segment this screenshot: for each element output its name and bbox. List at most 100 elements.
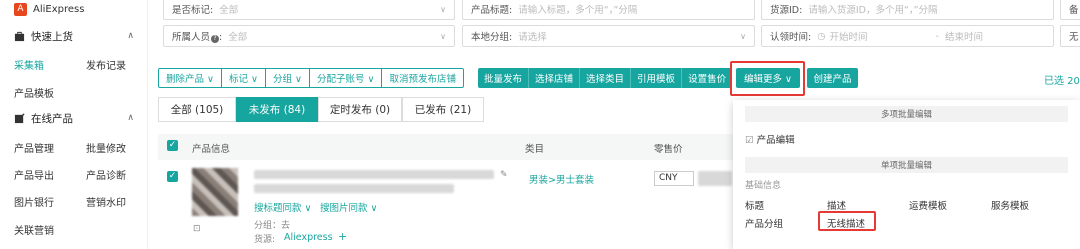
title-filter[interactable]: 产品标题: 请输入标题，多个用“，”分隔 — [462, 0, 755, 20]
delete-product-button[interactable]: 删除产品 ∨ — [159, 69, 222, 87]
end-time-input[interactable]: 结束时间 — [945, 29, 983, 43]
source-id-filter[interactable]: 货源ID: 请输入货源ID，多个用“，”分隔 — [761, 0, 1054, 20]
tab-published[interactable]: 已发布 (21) — [402, 97, 484, 122]
batch-action-group: 删除产品 ∨ 标记 ∨ 分组 ∨ 分配子账号 ∨ 取消预发布店铺 — [158, 68, 464, 88]
multi-edit-section-header: 多项批量编辑 — [745, 106, 1068, 122]
sidebar-item-product-diagnose[interactable]: 产品诊断 — [86, 167, 126, 182]
help-icon: ? — [211, 35, 220, 43]
sidebar-item-related-marketing[interactable]: 关联营销 — [14, 222, 54, 237]
menu-item-title[interactable]: 标题 — [745, 198, 764, 212]
table-header — [158, 134, 738, 160]
preview-icon[interactable]: ⊡ — [193, 224, 201, 234]
sidebar-group-label: 快速上货 — [31, 30, 73, 43]
range-separator: - — [935, 30, 939, 42]
tab-unpublished[interactable]: 未发布 (84) — [236, 97, 318, 122]
sidebar-item-product-template[interactable]: 产品模板 — [14, 85, 54, 100]
filter-label: 产品标题: — [471, 5, 513, 16]
filter-value: 全部 — [219, 5, 239, 16]
highlight-box — [818, 211, 876, 231]
product-title-blurred — [254, 184, 454, 193]
filter-label: 无 — [1069, 32, 1079, 43]
chevron-down-icon: ∨ — [440, 4, 446, 14]
highlight-box — [730, 61, 805, 96]
column-retail-price: 零售价 — [654, 144, 683, 155]
owner-filter[interactable]: 所属人员?: 全部 ∨ — [163, 25, 455, 47]
claim-time-filter[interactable]: 认领时间: ◷ 开始时间 - 结束时间 — [761, 25, 1054, 47]
sidebar-item-product-export[interactable]: 产品导出 — [14, 167, 54, 182]
tab-scheduled[interactable]: 定时发布 (0) — [318, 97, 402, 122]
product-title-blurred — [254, 170, 494, 179]
category-link[interactable]: 男装>男士套装 — [529, 172, 594, 186]
menu-item-description[interactable]: 描述 — [827, 198, 846, 212]
sidebar: A AliExpress 快速上货 ∧ 采集箱 发布记录 产品模板 在线产品 ∧… — [0, 0, 148, 249]
sidebar-item-product-manage[interactable]: 产品管理 — [14, 140, 54, 155]
filter-label: 备 — [1069, 5, 1079, 16]
menu-item-product-group[interactable]: 产品分组 — [745, 216, 783, 230]
filter-label: 本地分组: — [471, 32, 513, 43]
use-template-button[interactable]: 引用模板 — [631, 68, 683, 88]
edit-box-icon — [14, 112, 25, 123]
filter-label: 是否标记: — [172, 5, 214, 16]
start-time-input[interactable]: 开始时间 — [830, 29, 930, 43]
group-button[interactable]: 分组 ∨ — [266, 69, 310, 87]
source-link[interactable]: Aliexpress — [284, 232, 333, 243]
column-product-info: 产品信息 — [192, 144, 231, 155]
tab-all[interactable]: 全部 (105) — [158, 97, 236, 122]
bag-icon — [14, 31, 25, 41]
clock-icon: ◷ — [817, 30, 826, 42]
sidebar-item-batch-edit[interactable]: 批量修改 — [86, 140, 126, 155]
search-same-image-link[interactable]: 搜图片同款 ∨ — [320, 200, 378, 214]
extra-filter[interactable]: 无 — [1060, 25, 1080, 47]
filter-label: 认领时间: — [770, 32, 812, 43]
search-same-title-link[interactable]: 搜标题同款 ∨ — [254, 200, 312, 214]
aliexpress-logo-icon: A — [14, 2, 27, 16]
publish-action-group: 批量发布 选择店铺 选择类目 引用模板 设置售价 — [478, 68, 733, 88]
pencil-icon[interactable]: ✎ — [500, 170, 508, 180]
chevron-down-icon: ∨ — [440, 31, 446, 41]
local-group-filter[interactable]: 本地分组: 请选择 ∨ — [462, 25, 755, 47]
mark-button[interactable]: 标记 ∨ — [222, 69, 266, 87]
chevron-down-icon: ∨ — [740, 31, 746, 41]
sidebar-item-publish-log[interactable]: 发布记录 — [86, 57, 126, 72]
sidebar-group-quick-upload[interactable]: 快速上货 ∧ — [0, 23, 148, 49]
remark-filter[interactable]: 备 — [1060, 0, 1080, 20]
select-all-checkbox[interactable]: ✓ — [167, 140, 178, 151]
app-name: AliExpress — [33, 3, 85, 15]
sidebar-group-label: 在线产品 — [31, 112, 73, 125]
filter-placeholder: 请输入货源ID，多个用“，”分隔 — [808, 5, 938, 16]
cancel-prepublish-button[interactable]: 取消预发布店铺 — [382, 69, 463, 87]
product-thumbnail[interactable] — [192, 168, 238, 216]
column-category: 类目 — [525, 144, 545, 155]
select-store-button[interactable]: 选择店铺 — [529, 68, 581, 88]
menu-item-service-template[interactable]: 服务模板 — [991, 198, 1029, 212]
filter-label: 货源ID: — [770, 5, 803, 16]
price-blurred — [698, 171, 732, 186]
batch-publish-button[interactable]: 批量发布 — [478, 68, 530, 88]
set-price-button[interactable]: 设置售价 — [682, 68, 732, 88]
filter-label: 所属人员?: — [172, 32, 223, 43]
currency-field[interactable]: CNY — [654, 171, 694, 186]
row-checkbox[interactable]: ✓ — [167, 171, 178, 182]
marked-filter[interactable]: 是否标记: 全部 ∨ — [163, 0, 455, 20]
sidebar-item-watermark[interactable]: 营销水印 — [86, 194, 126, 209]
product-edit-item[interactable]: ☑ 产品编辑 — [745, 132, 795, 146]
group-info: 分组：去 — [254, 221, 291, 231]
filter-placeholder: 请输入标题，多个用“，”分隔 — [518, 5, 638, 16]
basic-info-label: 基础信息 — [745, 181, 782, 191]
assign-subaccount-button[interactable]: 分配子账号 ∨ — [310, 69, 383, 87]
menu-item-shipping-template[interactable]: 运费模板 — [909, 198, 947, 212]
create-product-button[interactable]: 创建产品 — [807, 68, 858, 88]
selected-count: 已选 20 — [1044, 76, 1080, 87]
source-label: 货源: — [254, 235, 276, 245]
plus-icon[interactable]: + — [338, 230, 347, 243]
edit-icon: ☑ — [745, 135, 754, 146]
sidebar-item-collect-box[interactable]: 采集箱 — [14, 57, 44, 72]
sidebar-item-image-bank[interactable]: 图片银行 — [14, 194, 54, 209]
chevron-up-icon: ∧ — [127, 31, 134, 41]
filter-value: 全部 — [228, 32, 248, 43]
filter-placeholder: 请选择 — [518, 32, 547, 43]
chevron-up-icon: ∧ — [127, 113, 134, 123]
sidebar-group-online-products[interactable]: 在线产品 ∧ — [0, 105, 148, 131]
app-header[interactable]: A AliExpress — [0, 0, 148, 18]
select-category-button[interactable]: 选择类目 — [580, 68, 632, 88]
